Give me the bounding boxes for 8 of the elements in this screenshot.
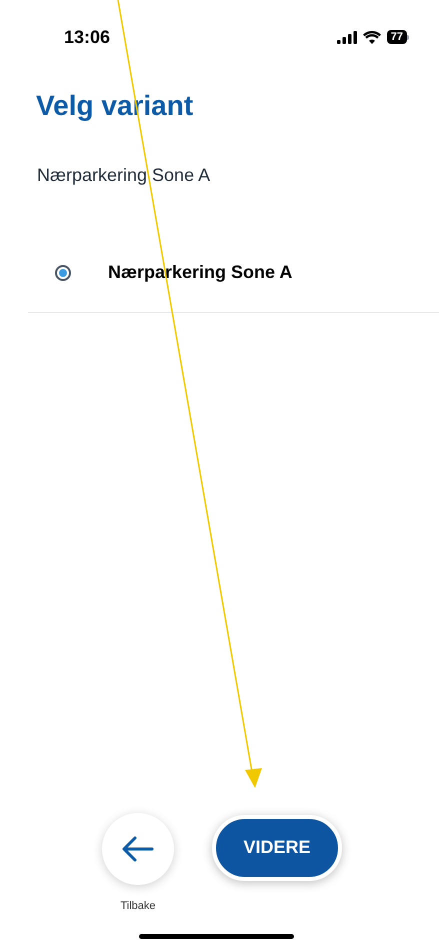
variant-label: Nærparkering Sone A — [37, 165, 210, 185]
radio-button[interactable] — [55, 264, 71, 280]
signal-icon — [336, 30, 357, 44]
battery-indicator: 77 — [386, 30, 407, 44]
status-time: 13:06 — [64, 26, 110, 48]
arrow-left-icon — [122, 836, 154, 862]
wifi-icon — [362, 30, 381, 44]
back-label: Tilbake — [120, 898, 156, 914]
